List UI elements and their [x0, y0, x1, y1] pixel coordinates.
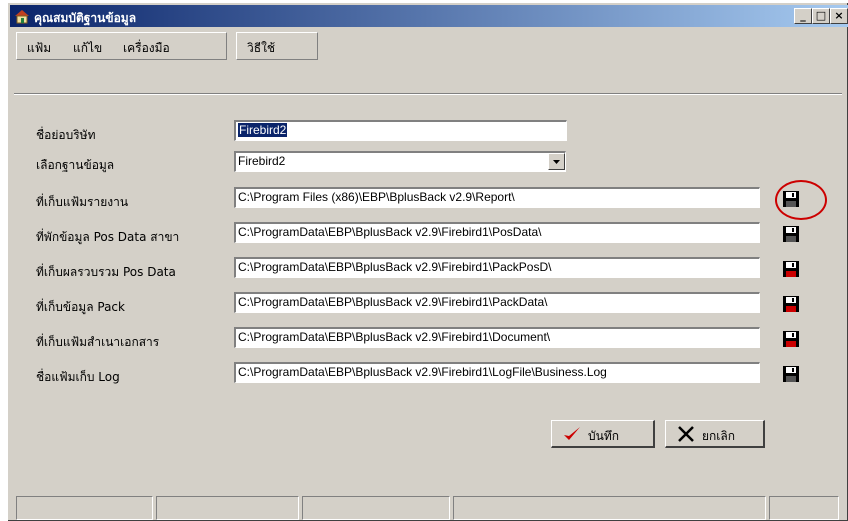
minimize-button[interactable]: _ — [794, 8, 812, 24]
status-panel — [156, 496, 299, 520]
pack-data-folder-label: ที่เก็บข้อมูล Pack — [36, 300, 125, 314]
pos-data-folder-value: C:\ProgramData\EBP\BplusBack v2.9\Firebi… — [238, 225, 542, 239]
close-button[interactable]: × — [830, 8, 848, 24]
house-icon — [15, 10, 29, 24]
save-button-label: บันทึก — [588, 429, 619, 443]
status-panel — [302, 496, 450, 520]
company-label: ชื่อย่อบริษัท — [36, 128, 96, 142]
pos-data-folder-label: ที่พักข้อมูล Pos Data สาขา — [36, 230, 180, 244]
window-title: คุณสมบัติฐานข้อมูล — [34, 11, 137, 25]
cancel-button[interactable]: ยกเลิก — [665, 420, 765, 448]
log-file-browse-button[interactable] — [778, 361, 804, 387]
dropdown-button[interactable] — [548, 153, 565, 170]
company-value: Firebird2 — [238, 123, 288, 137]
report-folder-value: C:\Program Files (x86)\EBP\BplusBack v2.… — [238, 190, 515, 204]
pos-pack-browse-button[interactable] — [778, 256, 804, 282]
chevron-down-icon — [553, 160, 560, 164]
report-folder-label: ที่เก็บแฟ้มรายงาน — [36, 195, 129, 209]
menu-group-help: วิธีใช้ — [236, 32, 318, 60]
main-window: คุณสมบัติฐานข้อมูล _ □ × แฟ้ม แก้ไข เครื… — [7, 2, 848, 521]
pack-data-browse-button[interactable] — [778, 291, 804, 317]
document-browse-button[interactable] — [778, 326, 804, 352]
report-folder-input[interactable]: C:\Program Files (x86)\EBP\BplusBack v2.… — [234, 187, 760, 208]
menu-tools[interactable]: เครื่องมือ — [123, 39, 170, 58]
log-file-label: ชื่อแฟ้มเก็บ Log — [36, 370, 120, 384]
document-folder-value: C:\ProgramData\EBP\BplusBack v2.9\Firebi… — [238, 330, 551, 344]
save-button[interactable]: บันทึก — [551, 420, 655, 448]
pos-data-browse-button[interactable] — [778, 221, 804, 247]
floppy-disk-icon — [783, 331, 799, 347]
highlight-circle — [775, 180, 827, 220]
maximize-button[interactable]: □ — [812, 8, 830, 24]
size-grip[interactable] — [769, 496, 839, 520]
title-bar[interactable]: คุณสมบัติฐานข้อมูล _ □ × — [10, 5, 848, 27]
pos-pack-folder-label: ที่เก็บผลรวบรวม Pos Data — [36, 265, 176, 279]
database-value: Firebird2 — [238, 154, 286, 168]
menu-edit[interactable]: แก้ไข — [73, 39, 102, 58]
document-folder-input[interactable]: C:\ProgramData\EBP\BplusBack v2.9\Firebi… — [234, 327, 760, 348]
floppy-disk-icon — [783, 226, 799, 242]
company-input[interactable]: Firebird2 — [234, 120, 567, 141]
menu-separator — [14, 93, 842, 95]
status-panel — [453, 496, 766, 520]
log-file-input[interactable]: C:\ProgramData\EBP\BplusBack v2.9\Firebi… — [234, 362, 760, 383]
status-panel — [16, 496, 153, 520]
menu-file[interactable]: แฟ้ม — [27, 39, 51, 58]
status-bar — [16, 496, 848, 521]
floppy-disk-icon — [783, 296, 799, 312]
pack-data-folder-value: C:\ProgramData\EBP\BplusBack v2.9\Firebi… — [238, 295, 548, 309]
cancel-button-label: ยกเลิก — [702, 429, 736, 443]
pos-pack-folder-input[interactable]: C:\ProgramData\EBP\BplusBack v2.9\Firebi… — [234, 257, 760, 278]
pack-data-folder-input[interactable]: C:\ProgramData\EBP\BplusBack v2.9\Firebi… — [234, 292, 760, 313]
menu-group-main: แฟ้ม แก้ไข เครื่องมือ — [16, 32, 227, 60]
pos-pack-folder-value: C:\ProgramData\EBP\BplusBack v2.9\Firebi… — [238, 260, 552, 274]
document-folder-label: ที่เก็บแฟ้มสำเนาเอกสาร — [36, 335, 160, 349]
menu-bar: แฟ้ม แก้ไข เครื่องมือ วิธีใช้ — [14, 30, 842, 62]
menu-help[interactable]: วิธีใช้ — [247, 39, 275, 58]
database-select[interactable]: Firebird2 — [234, 151, 566, 172]
x-icon — [678, 426, 694, 442]
checkmark-icon — [564, 427, 580, 440]
floppy-disk-icon — [783, 261, 799, 277]
database-label: เลือกฐานข้อมูล — [36, 158, 115, 172]
floppy-disk-icon — [783, 366, 799, 382]
log-file-value: C:\ProgramData\EBP\BplusBack v2.9\Firebi… — [238, 365, 607, 379]
pos-data-folder-input[interactable]: C:\ProgramData\EBP\BplusBack v2.9\Firebi… — [234, 222, 760, 243]
